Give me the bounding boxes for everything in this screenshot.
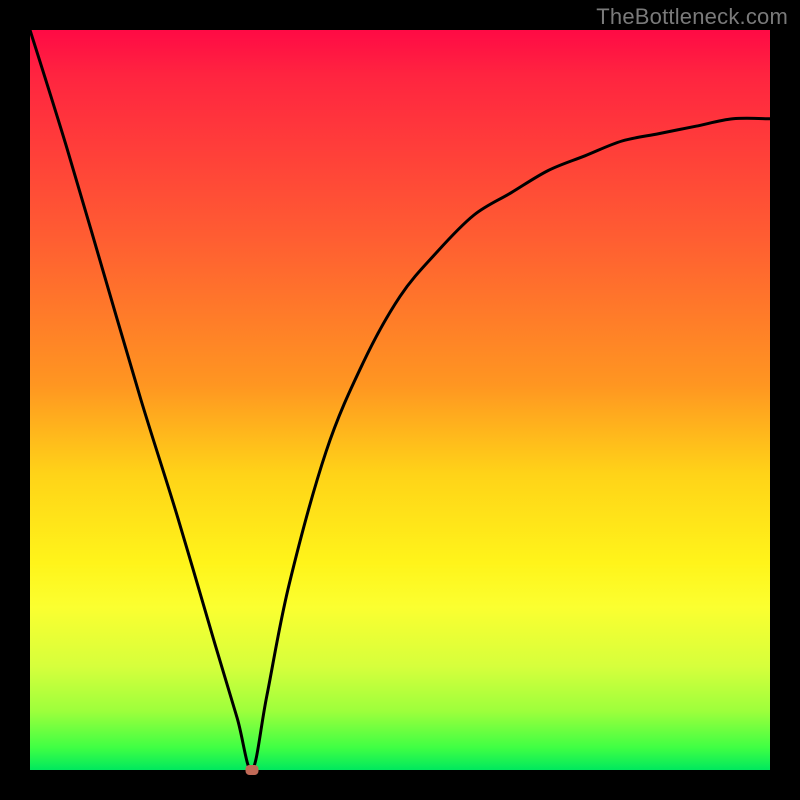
chart-frame: TheBottleneck.com: [0, 0, 800, 800]
minimum-marker: [246, 765, 259, 775]
watermark-text: TheBottleneck.com: [596, 4, 788, 30]
plot-area: [30, 30, 770, 770]
bottleneck-curve: [30, 30, 770, 770]
